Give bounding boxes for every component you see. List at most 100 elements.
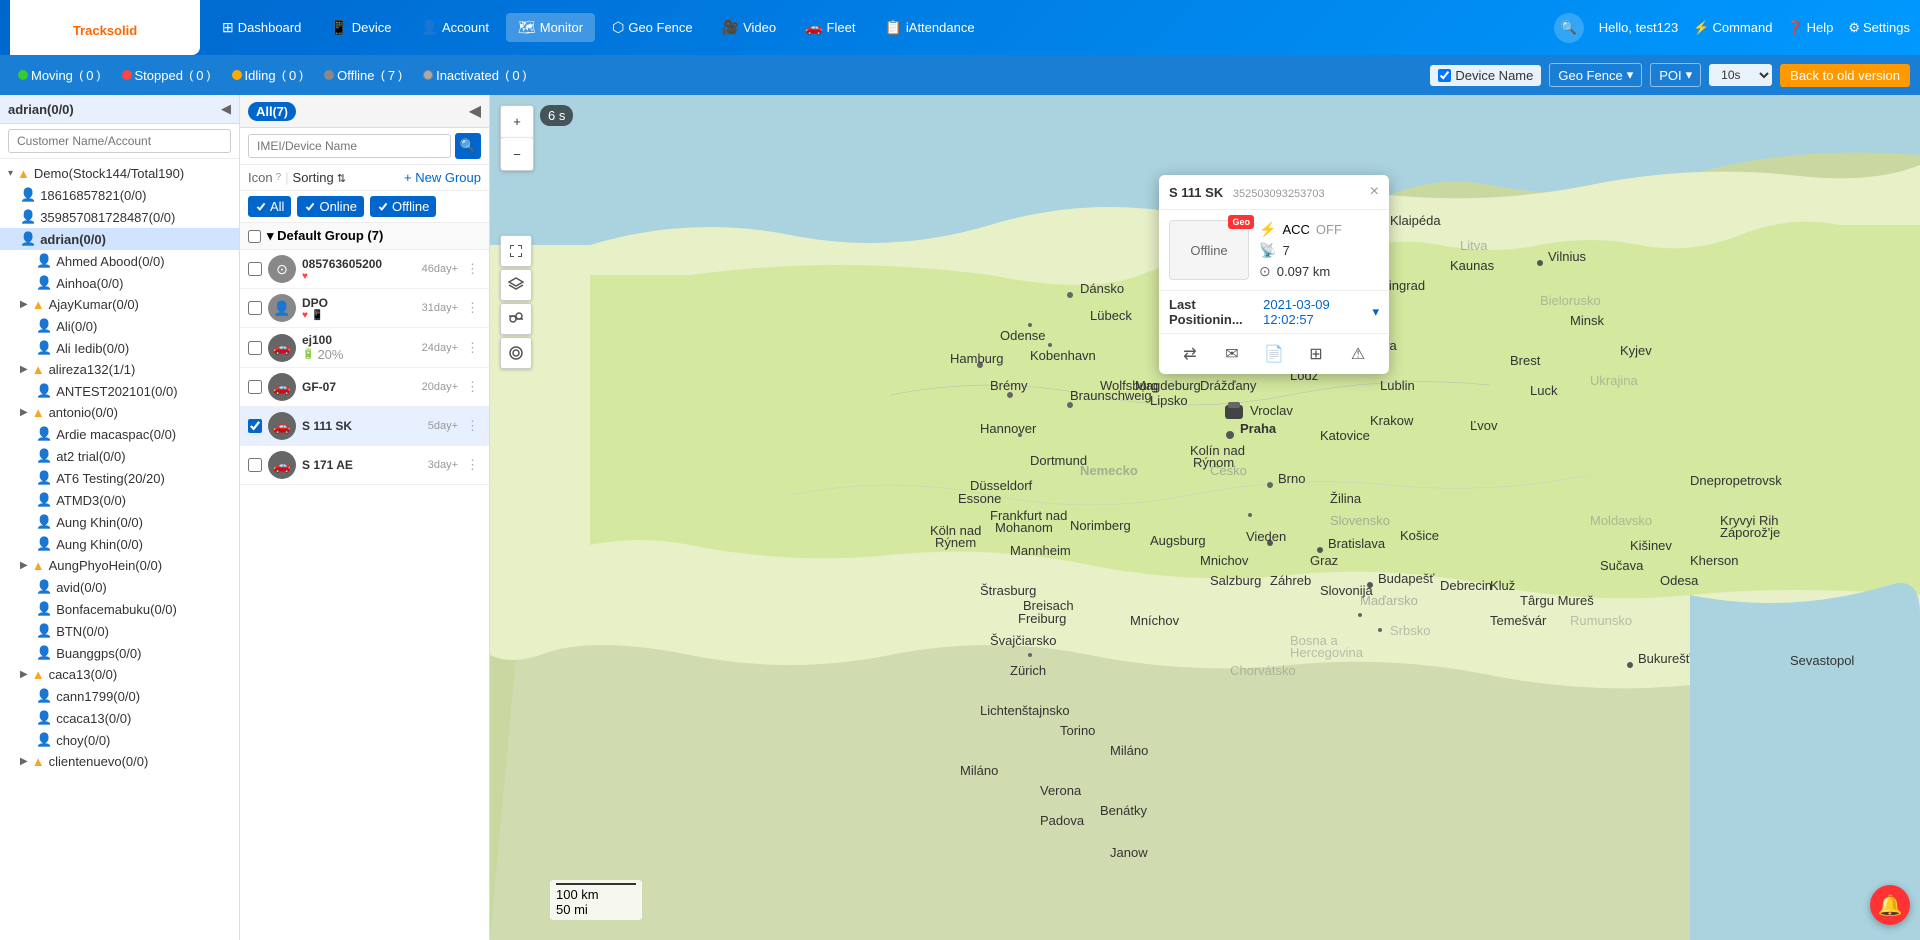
device-name-checkbox[interactable] — [1438, 69, 1451, 82]
layers-button[interactable] — [500, 269, 532, 301]
nav-fleet[interactable]: 🚗 Fleet — [793, 13, 867, 42]
expand-map-button[interactable] — [500, 235, 532, 267]
default-group-header[interactable]: ▾ Default Group (7) — [240, 223, 489, 250]
nav-device[interactable]: 📱 Device — [318, 13, 403, 42]
device-checkbox-4[interactable] — [248, 380, 262, 394]
panel-collapse-button[interactable]: ◀ — [469, 101, 481, 121]
interval-select[interactable]: 10s 30s 1min — [1709, 64, 1772, 86]
back-old-version-button[interactable]: Back to old version — [1780, 64, 1910, 87]
tree-item-adrian[interactable]: 👤 adrian(0/0) — [0, 228, 239, 250]
tree-item-cann1799[interactable]: 👤 cann1799(0/0) — [0, 685, 239, 707]
tree-item-ainhoa[interactable]: 👤 Ainhoa(0/0) — [0, 272, 239, 294]
tree-item-ccaca13[interactable]: 👤 ccaca13(0/0) — [0, 707, 239, 729]
nav-video[interactable]: 🎥 Video — [710, 13, 788, 42]
default-group-checkbox[interactable] — [248, 230, 261, 243]
popup-alert-button[interactable]: ⚠ — [1344, 340, 1372, 368]
popup-grid-button[interactable]: ⊞ — [1302, 340, 1330, 368]
command-button[interactable]: ⚡ Command — [1693, 20, 1772, 36]
device-more-2[interactable]: ⋮ — [464, 298, 481, 318]
position-expand-button[interactable]: ▾ — [1372, 304, 1379, 320]
popup-message-button[interactable]: ✉ — [1218, 340, 1246, 368]
filter-online[interactable]: Online — [297, 196, 364, 217]
device-checkbox-6[interactable] — [248, 458, 262, 472]
device-row[interactable]: 👤 DPO ♥ 📱 31day+ ⋮ — [240, 289, 489, 328]
device-checkbox-5[interactable] — [248, 419, 262, 433]
inactivated-status[interactable]: Inactivated (0) — [415, 65, 534, 86]
notification-bell[interactable]: 🔔 — [1870, 885, 1910, 925]
popup-route-button[interactable]: ⇄ — [1176, 340, 1204, 368]
filter-offline-checkbox[interactable] — [377, 201, 389, 213]
tree-item-ali[interactable]: 👤 Ali(0/0) — [0, 315, 239, 337]
filter-offline[interactable]: Offline — [370, 196, 436, 217]
account-search-input[interactable] — [8, 129, 231, 153]
tree-item-demo[interactable]: ▾ ▲ Demo(Stock144/Total190) — [0, 163, 239, 184]
nav-dashboard[interactable]: ⊞ Dashboard — [210, 13, 313, 42]
idling-status[interactable]: Idling (0) — [224, 65, 312, 86]
device-name-filter[interactable]: Device Name — [1430, 65, 1541, 86]
settings-button[interactable]: ⚙ Settings — [1848, 20, 1910, 36]
moving-status[interactable]: Moving (0) — [10, 65, 109, 86]
tree-item-aung-khin2[interactable]: 👤 Aung Khin(0/0) — [0, 533, 239, 555]
tree-item-aungphyo[interactable]: ▶ ▲ AungPhyoHein(0/0) — [0, 555, 239, 576]
device-more-5[interactable]: ⋮ — [464, 416, 481, 436]
map-background[interactable]: Dánsko Odense Kobenhavn Hamburg Brémy Be… — [490, 95, 1920, 940]
device-more-3[interactable]: ⋮ — [464, 338, 481, 358]
search-button[interactable]: 🔍 — [1554, 13, 1584, 43]
tree-item-buanggps[interactable]: 👤 Buanggps(0/0) — [0, 642, 239, 664]
device-search-button[interactable]: 🔍 — [455, 133, 481, 159]
tree-item-clientenuevo[interactable]: ▶ ▲ clientenuevo(0/0) — [0, 751, 239, 772]
sorting-button[interactable]: Sorting ⇅ — [293, 170, 346, 185]
device-checkbox-3[interactable] — [248, 341, 262, 355]
device-more-6[interactable]: ⋮ — [464, 455, 481, 475]
filter-all[interactable]: All — [248, 196, 291, 217]
tree-item-ahmed[interactable]: 👤 Ahmed Abood(0/0) — [0, 250, 239, 272]
device-checkbox-1[interactable] — [248, 262, 262, 276]
tree-item-antest[interactable]: 👤 ANTEST202101(0/0) — [0, 380, 239, 402]
stopped-status[interactable]: Stopped (0) — [114, 65, 219, 86]
tree-item-18616857821[interactable]: 👤 18616857821(0/0) — [0, 184, 239, 206]
popup-info-button[interactable]: 📄 — [1260, 340, 1288, 368]
settings-map-button[interactable] — [500, 337, 532, 369]
device-row[interactable]: 🚗 S 111 SK 5day+ ⋮ — [240, 407, 489, 446]
tree-item-ardie[interactable]: 👤 Ardie macaspac(0/0) — [0, 423, 239, 445]
tree-item-caca13[interactable]: ▶ ▲ caca13(0/0) — [0, 664, 239, 685]
zoom-in-button[interactable]: + — [501, 106, 533, 138]
tree-item-choy[interactable]: 👤 choy(0/0) — [0, 729, 239, 751]
zoom-out-button[interactable]: − — [501, 138, 533, 170]
device-row[interactable]: 🚗 ej100 🔋 20% 24day+ ⋮ — [240, 328, 489, 368]
nav-monitor[interactable]: 🗺 Monitor — [506, 13, 595, 42]
tree-item-at2[interactable]: 👤 at2 trial(0/0) — [0, 445, 239, 467]
device-checkbox-2[interactable] — [248, 301, 262, 315]
tree-item-ajaykumar[interactable]: ▶ ▲ AjayKumar(0/0) — [0, 294, 239, 315]
tree-item-btn[interactable]: 👤 BTN(0/0) — [0, 620, 239, 642]
tree-item-35985708[interactable]: 👤 35985708172848​7(0/0) — [0, 206, 239, 228]
offline-status[interactable]: Offline (7) — [316, 65, 410, 86]
tree-item-atmd3[interactable]: 👤 ATMD3(0/0) — [0, 489, 239, 511]
device-more-4[interactable]: ⋮ — [464, 377, 481, 397]
filter-online-checkbox[interactable] — [304, 201, 316, 213]
tree-item-avid[interactable]: 👤 avid(0/0) — [0, 576, 239, 598]
filter-map-button[interactable] — [500, 303, 532, 335]
tree-item-alireza[interactable]: ▶ ▲ alireza132(1/1) — [0, 359, 239, 380]
nav-account[interactable]: 👤 Account — [409, 13, 501, 42]
tree-item-antonio[interactable]: ▶ ▲ antonio(0/0) — [0, 402, 239, 423]
poi-filter[interactable]: POI ▾ — [1650, 63, 1701, 87]
new-group-button[interactable]: + New Group — [404, 170, 481, 185]
device-search-input[interactable] — [248, 134, 451, 158]
device-row[interactable]: ⊙ 085763605200 ♥ 46day+ ⋮ — [240, 250, 489, 289]
nav-geofence[interactable]: ⬡ Geo Fence — [600, 13, 705, 42]
device-more-1[interactable]: ⋮ — [464, 259, 481, 279]
all-badge[interactable]: All(7) — [248, 102, 296, 121]
geo-fence-filter[interactable]: Geo Fence ▾ — [1549, 63, 1642, 87]
nav-iattendance[interactable]: 📋 iAttendance — [872, 13, 986, 42]
popup-close-button[interactable]: × — [1370, 183, 1379, 201]
tree-item-ali-iedib[interactable]: 👤 Ali Iedib(0/0) — [0, 337, 239, 359]
tree-item-at6[interactable]: 👤 AT6 Testing(20/20) — [0, 467, 239, 489]
sidebar-collapse-button[interactable]: ◀ — [221, 101, 231, 117]
device-row[interactable]: 🚗 GF-07 20day+ ⋮ — [240, 368, 489, 407]
tree-item-aung-khin[interactable]: 👤 Aung Khin(0/0) — [0, 511, 239, 533]
help-button[interactable]: ❓ Help — [1787, 20, 1833, 36]
filter-all-checkbox[interactable] — [255, 201, 267, 213]
device-row[interactable]: 🚗 S 171 AE 3day+ ⋮ — [240, 446, 489, 485]
tree-item-bonfacemabuku[interactable]: 👤 Bonfacemabuku(0/0) — [0, 598, 239, 620]
